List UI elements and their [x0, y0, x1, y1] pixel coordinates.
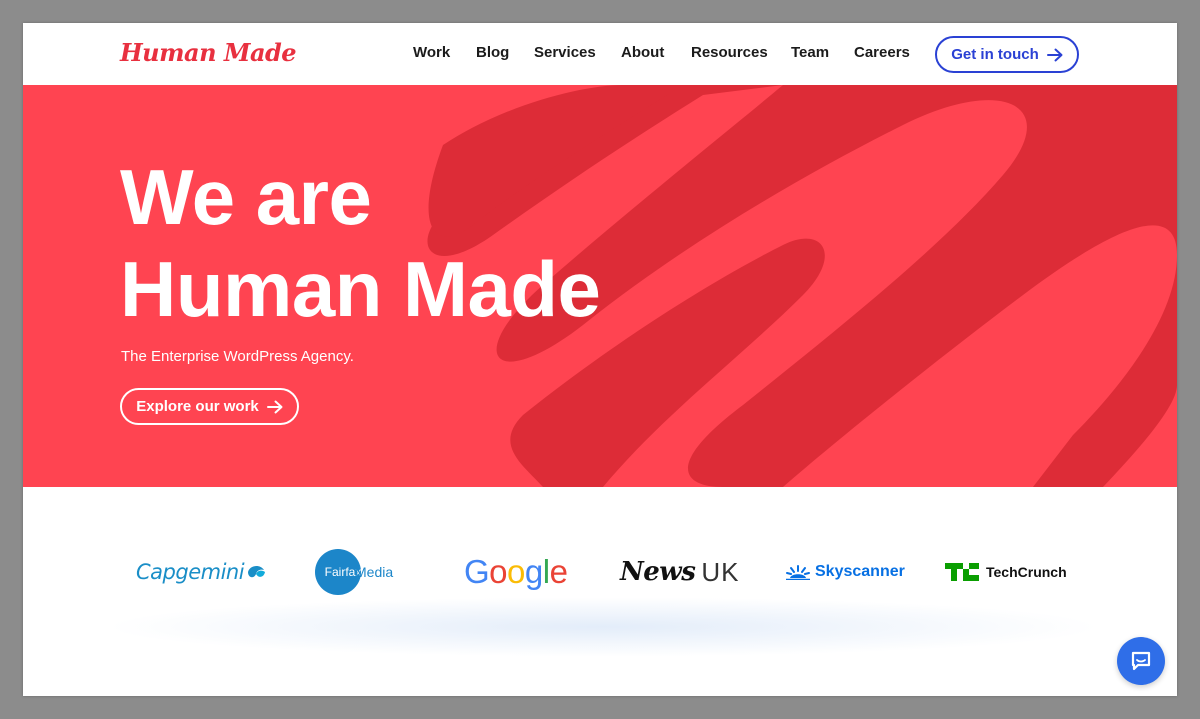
tc-mark-icon [945, 563, 979, 581]
chat-bubble-icon [1131, 651, 1151, 671]
hero-title-line-1: We are [120, 153, 372, 241]
arrow-right-icon [266, 400, 283, 413]
capgemini-logo: Capgemini [136, 547, 266, 597]
hero-section: We are Human Made The Enterprise WordPre… [23, 85, 1177, 487]
google-letter: e [549, 553, 568, 590]
nav-item-about[interactable]: About [621, 44, 664, 61]
nav-item-work[interactable]: Work [413, 44, 450, 61]
capgemini-wordmark: Capgemini [136, 560, 245, 584]
techcrunch-wordmark: TechCrunch [986, 564, 1067, 580]
fairfax-media-wordmark: Media [355, 564, 394, 580]
nav-item-resources[interactable]: Resources [691, 44, 768, 61]
skyscanner-wordmark: Skyscanner [815, 563, 905, 580]
nav-item-blog[interactable]: Blog [476, 44, 509, 61]
news-wordmark: News [620, 557, 696, 587]
chat-launcher-button[interactable] [1117, 637, 1165, 685]
nav-item-services[interactable]: Services [534, 44, 596, 61]
site-header: Human Made Work Blog Services About Reso… [23, 23, 1177, 85]
hero-title: We are Human Made [120, 151, 601, 335]
hero-subtitle: The Enterprise WordPress Agency. [121, 348, 354, 365]
google-letter: o [489, 553, 508, 590]
techcrunch-logo: TechCrunch [945, 547, 1067, 597]
sunrise-icon [786, 565, 810, 580]
skyscanner-logo: Skyscanner [786, 547, 905, 597]
explore-our-work-button[interactable]: Explore our work [120, 388, 299, 425]
google-letter: g [524, 553, 543, 590]
logo-strip-shadow [103, 597, 1103, 657]
google-letter: l [542, 553, 550, 590]
get-in-touch-button[interactable]: Get in touch [935, 36, 1079, 73]
nav-item-team[interactable]: Team [791, 44, 829, 61]
browser-viewport: Human Made Work Blog Services About Reso… [23, 23, 1177, 696]
explore-our-work-label: Explore our work [136, 398, 259, 415]
capgemini-spade-icon [248, 566, 266, 578]
human-made-logo[interactable]: Human Made [120, 38, 297, 67]
nav-item-careers[interactable]: Careers [854, 44, 910, 61]
get-in-touch-label: Get in touch [951, 46, 1039, 63]
google-letter: G [464, 553, 490, 590]
uk-wordmark: UK [701, 556, 740, 587]
google-letter: o [507, 553, 525, 590]
fairfax-media-logo: Fairfax Media [315, 547, 393, 597]
google-logo: Google [464, 547, 568, 597]
client-logos-section: Capgemini Fairfax Media Google News UK S… [23, 487, 1177, 696]
news-uk-logo: News UK [620, 547, 739, 597]
arrow-right-icon [1046, 48, 1063, 61]
hero-title-line-2: Human Made [120, 245, 601, 333]
